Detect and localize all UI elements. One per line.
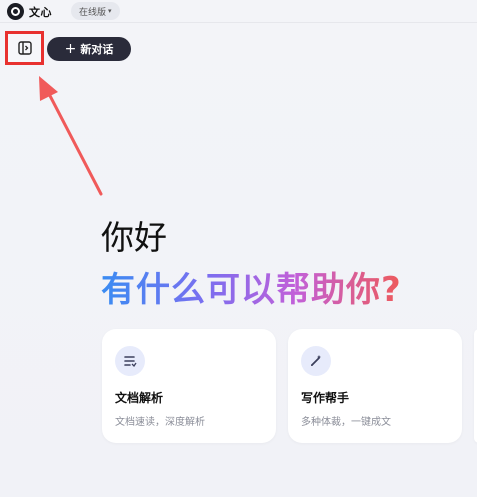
card-subtitle: 多种体裁，一键成文 — [301, 417, 391, 428]
new-chat-label: 新对话 — [80, 43, 114, 56]
divider — [0, 22, 477, 23]
card-title: 写作帮手 — [301, 391, 350, 405]
pen-sparkle-icon — [301, 346, 331, 376]
card-subtitle: 文档速读，深度解析 — [115, 417, 205, 428]
feature-card-document[interactable]: 文档解析 文档速读，深度解析 — [102, 329, 276, 443]
top-bar: 文心 在线版 ▾ — [0, 0, 477, 22]
sidebar-expand-icon — [17, 41, 32, 55]
document-list-icon — [115, 346, 145, 376]
card-title: 文档解析 — [115, 391, 164, 405]
app-name: 文心 — [29, 5, 52, 19]
sidebar-toggle-button[interactable] — [5, 31, 44, 65]
annotation-arrow — [39, 76, 103, 196]
version-label: 在线版 — [79, 7, 107, 18]
headline-text: 有什么可以帮助你? — [101, 262, 402, 311]
app-logo[interactable]: 文心 — [7, 3, 52, 20]
version-selector[interactable]: 在线版 ▾ — [71, 2, 120, 20]
plus-icon: + — [64, 40, 77, 57]
wenxin-logo-icon — [7, 3, 24, 20]
greeting-text: 你好 — [101, 218, 167, 257]
feature-card-writing[interactable]: 写作帮手 多种体裁，一键成文 — [288, 329, 462, 443]
caret-down-icon: ▾ — [108, 7, 112, 15]
new-chat-button[interactable]: + 新对话 — [47, 37, 131, 61]
